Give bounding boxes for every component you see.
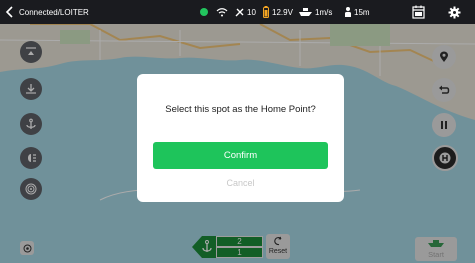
satellite-count: 10 <box>247 7 256 17</box>
gear-icon <box>448 6 461 18</box>
home-point-dialog: Select this spot as the Home Point? Conf… <box>137 74 344 202</box>
distance-value: 15m <box>354 7 370 17</box>
person-distance-icon <box>343 0 353 24</box>
cancel-button[interactable]: Cancel <box>137 178 344 188</box>
speed-value: 1m/s <box>315 7 333 17</box>
voltage-value: 12.9V <box>272 7 293 17</box>
calendar-log-icon <box>412 5 425 19</box>
log-button[interactable] <box>412 0 425 24</box>
gps-indicator <box>200 0 208 24</box>
confirm-button[interactable]: Confirm <box>153 142 328 169</box>
dialog-title: Select this spot as the Home Point? <box>165 104 316 115</box>
satellite-icon <box>234 0 245 24</box>
chevron-left-icon <box>5 6 13 18</box>
status-bar: Connected/LOITER 10 12.9V 1m/s 15m <box>0 0 475 24</box>
boat-speed-icon <box>298 0 313 24</box>
back-button[interactable] <box>5 0 15 24</box>
wifi-icon <box>216 0 228 24</box>
battery-icon <box>263 0 269 24</box>
settings-button[interactable] <box>448 0 461 24</box>
connection-status: Connected/LOITER <box>19 7 89 17</box>
